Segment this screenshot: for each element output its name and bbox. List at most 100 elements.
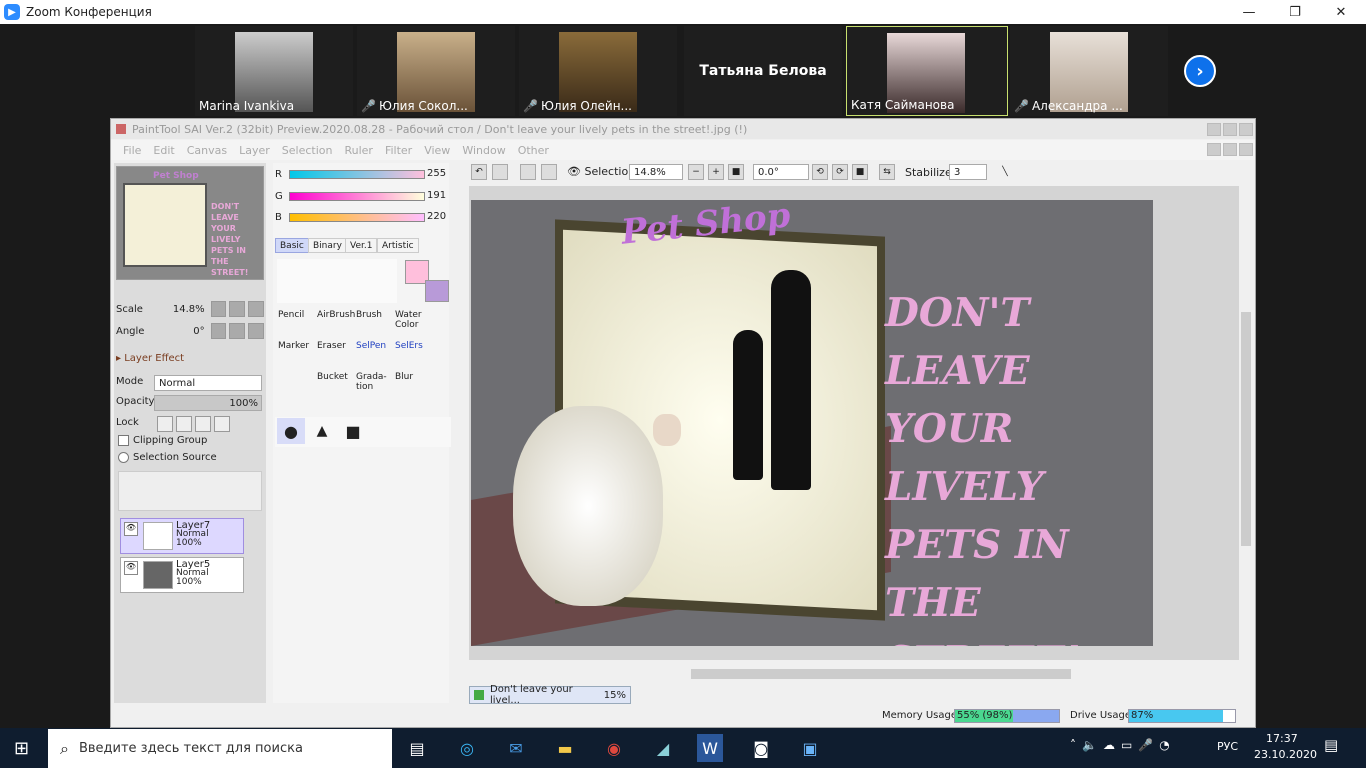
tool-selpen[interactable]: SelPen <box>353 340 391 370</box>
zoom-out-button[interactable] <box>210 301 227 317</box>
triangle-brush-icon[interactable]: ▲ <box>308 418 336 444</box>
undo-button[interactable]: ↶ <box>471 164 487 180</box>
r-slider[interactable] <box>289 170 425 179</box>
participant-tile[interactable]: 🎤 Юлия Сокол... <box>357 26 515 116</box>
r-value[interactable]: 255 <box>427 168 446 179</box>
tab-artistic[interactable]: Artistic <box>377 238 419 253</box>
b-value[interactable]: 220 <box>427 211 446 222</box>
menu-edit[interactable]: Edit <box>153 144 174 157</box>
tab-binary[interactable]: Binary <box>308 238 347 253</box>
deselect-button[interactable] <box>520 164 536 180</box>
tool-eraser[interactable]: Eraser <box>314 340 352 370</box>
tab-ver1[interactable]: Ver.1 <box>345 238 378 253</box>
canvas-angle-select[interactable]: 0.0° <box>753 164 809 180</box>
lock-all-button[interactable] <box>214 416 230 432</box>
selection-source-checkbox[interactable]: Selection Source <box>118 452 217 463</box>
menu-file[interactable]: File <box>123 144 141 157</box>
rotate-left-button[interactable]: ⟲ <box>812 164 828 180</box>
flip-horizontal-button[interactable]: ⇆ <box>879 164 895 180</box>
menu-ruler[interactable]: Ruler <box>344 144 372 157</box>
canvas-area[interactable]: Pet Shop DON'T LEAVE YOUR LIVELY PETS IN T… <box>469 186 1241 660</box>
windows-start-icon[interactable]: ⊞ <box>14 738 29 759</box>
task-view-icon[interactable]: ▤ <box>402 734 432 762</box>
square-brush-icon[interactable]: ■ <box>339 418 367 444</box>
zoom-out-button[interactable]: − <box>688 164 704 180</box>
rotate-reset-button[interactable]: ■ <box>852 164 868 180</box>
zoom-reset-button[interactable]: ■ <box>728 164 744 180</box>
opacity-slider[interactable]: 100% <box>154 395 262 411</box>
participant-tile[interactable]: Татьяна Белова <box>684 26 842 116</box>
tool-watercolor[interactable]: Water Color <box>392 309 430 339</box>
photos-icon[interactable]: ▣ <box>795 734 825 762</box>
zoom-taskbar-icon[interactable]: ◙ <box>746 734 776 762</box>
edge-icon[interactable]: ◎ <box>452 734 482 762</box>
canvas-zoom-select[interactable]: 14.8% <box>629 164 683 180</box>
stabilizer-select[interactable]: 3 <box>949 164 987 180</box>
g-slider[interactable] <box>289 192 425 201</box>
chrome-icon[interactable]: ◉ <box>599 734 629 762</box>
zoom-in-button[interactable]: + <box>708 164 724 180</box>
sai-close-button[interactable] <box>1239 123 1253 136</box>
rotate-right-button[interactable] <box>229 323 246 339</box>
horizontal-scrollbar[interactable] <box>469 667 1239 681</box>
zoom-in-button[interactable] <box>229 301 246 317</box>
selection-toggle[interactable]: 👁 Selection <box>567 165 635 178</box>
sai-maximize-button[interactable] <box>1223 123 1237 136</box>
doc-maximize-button[interactable] <box>1223 143 1237 156</box>
file-explorer-icon[interactable]: ▬ <box>550 734 580 762</box>
tool-marker[interactable]: Marker <box>275 340 313 370</box>
document-tab[interactable]: Don't leave your livel... 15% <box>469 684 631 706</box>
horizontal-scroll-thumb[interactable] <box>691 669 1071 679</box>
scale-value[interactable]: 14.8% <box>155 304 205 315</box>
redo-button[interactable] <box>492 164 508 180</box>
menu-filter[interactable]: Filter <box>385 144 412 157</box>
menu-canvas[interactable]: Canvas <box>187 144 227 157</box>
layer-effect-toggle[interactable]: ▸ Layer Effect <box>116 353 184 364</box>
clock-date[interactable]: 23.10.2020 <box>1254 748 1317 761</box>
minimize-button[interactable]: — <box>1226 0 1272 24</box>
participant-tile[interactable]: 🎤 Юлия Олейн... <box>519 26 677 116</box>
background-color-swatch[interactable] <box>425 280 449 302</box>
navigator-preview[interactable]: Pet Shop DON'T LEAVE YOUR LIVELY PETS IN T… <box>116 166 264 280</box>
language-indicator[interactable]: РУС <box>1217 740 1238 753</box>
word-icon[interactable]: W <box>697 734 723 762</box>
tool-brush[interactable]: Brush <box>353 309 391 339</box>
rotate-right-button[interactable]: ⟳ <box>832 164 848 180</box>
vertical-scrollbar[interactable] <box>1239 186 1253 666</box>
tray-icons[interactable]: ˄🔈☁▭🎤◔ <box>1070 738 1176 752</box>
next-page-icon[interactable]: › <box>1184 55 1216 87</box>
lock-transparency-button[interactable] <box>157 416 173 432</box>
blend-mode-select[interactable]: Normal <box>154 375 262 391</box>
tool-selers[interactable]: SelErs <box>392 340 430 370</box>
tab-basic[interactable]: Basic <box>275 238 309 253</box>
invert-selection-button[interactable] <box>541 164 557 180</box>
lock-move-button[interactable] <box>195 416 211 432</box>
taskbar-search[interactable]: ⌕ Введите здесь текст для поиска <box>48 729 392 768</box>
participant-tile[interactable]: 🎤 Александра ... <box>1010 26 1168 116</box>
tool-airbrush[interactable]: AirBrush <box>314 309 355 339</box>
clock-time[interactable]: 17:37 <box>1266 732 1298 745</box>
menu-other[interactable]: Other <box>518 144 549 157</box>
menu-view[interactable]: View <box>424 144 450 157</box>
notification-icon[interactable]: ▤ <box>1324 736 1338 754</box>
menu-layer[interactable]: Layer <box>239 144 270 157</box>
b-slider[interactable] <box>289 213 425 222</box>
doc-close-button[interactable] <box>1239 143 1253 156</box>
sai-taskbar-icon[interactable]: ◢ <box>648 734 678 762</box>
close-button[interactable]: ✕ <box>1318 0 1364 24</box>
circle-brush-icon[interactable]: ● <box>277 418 305 444</box>
doc-minimize-button[interactable] <box>1207 143 1221 156</box>
layer-row[interactable]: 👁 Layer5 Normal 100% <box>120 557 244 593</box>
rotate-left-button[interactable] <box>210 323 227 339</box>
menu-selection[interactable]: Selection <box>282 144 333 157</box>
straight-line-icon[interactable]: ╲ <box>997 164 1013 180</box>
layer-row[interactable]: 👁 Layer7 Normal 100% <box>120 518 244 554</box>
lock-paint-button[interactable] <box>176 416 192 432</box>
tool-bucket[interactable]: Bucket <box>314 371 352 401</box>
g-value[interactable]: 191 <box>427 190 446 201</box>
restore-button[interactable]: ❐ <box>1272 0 1318 24</box>
eye-icon[interactable]: 👁 <box>124 561 138 575</box>
clipping-group-checkbox[interactable]: Clipping Group <box>118 435 207 446</box>
sai-minimize-button[interactable] <box>1207 123 1221 136</box>
menu-window[interactable]: Window <box>462 144 505 157</box>
